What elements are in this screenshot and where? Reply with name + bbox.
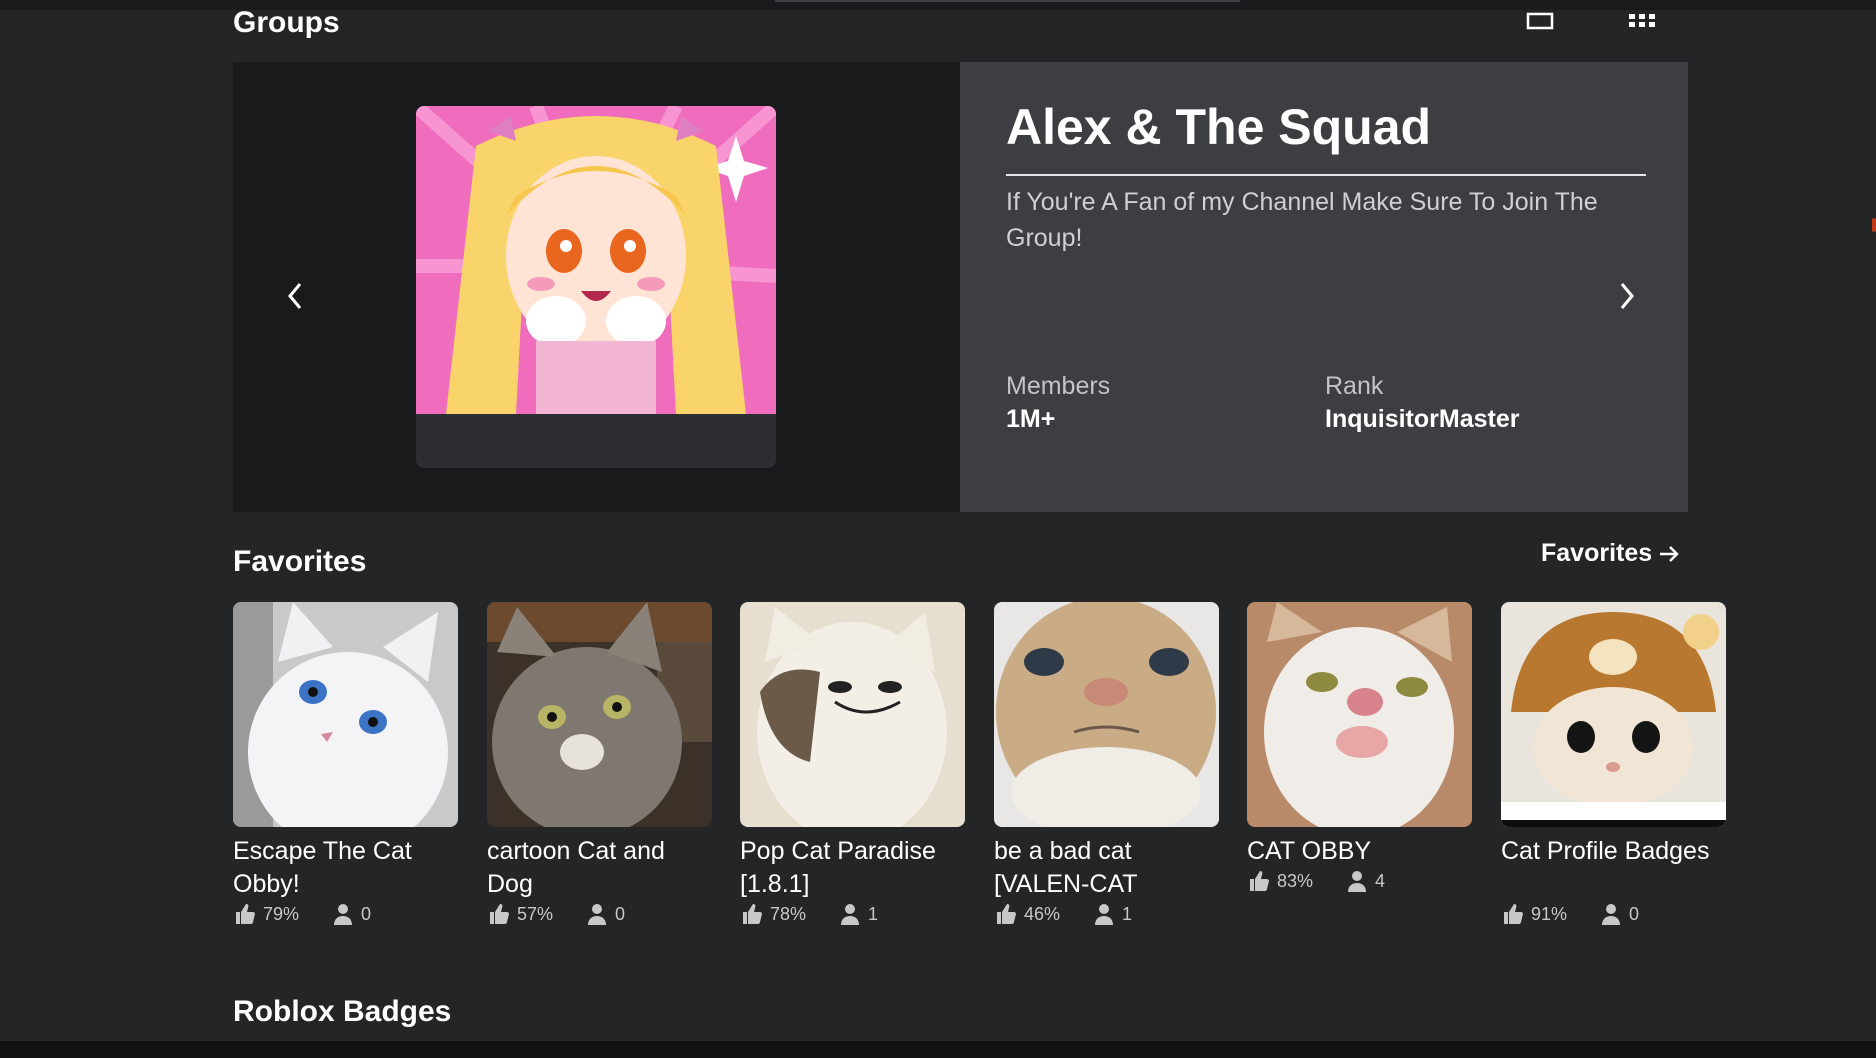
game-thumbnail[interactable] xyxy=(994,602,1219,827)
group-info-panel[interactable]: Alex & The Squad If You're A Fan of my C… xyxy=(960,62,1688,512)
thumbs-up-icon xyxy=(997,904,1016,924)
game-title[interactable]: be a bad cat [VALEN-CAT xyxy=(994,835,1219,901)
members-label: Members xyxy=(1006,372,1111,400)
player-count-icon xyxy=(1602,904,1621,925)
game-card[interactable]: Escape The Cat Obby! 79% 0 xyxy=(233,602,458,927)
game-title[interactable]: Escape The Cat Obby! xyxy=(233,835,458,901)
favorites-section-title: Favorites xyxy=(233,545,367,578)
game-rating: 91% xyxy=(1531,903,1568,924)
arrow-right-icon xyxy=(1660,545,1679,562)
game-player-count: 1 xyxy=(868,903,879,924)
game-stats: 57% 0 xyxy=(487,901,712,927)
game-title[interactable]: cartoon Cat and Dog xyxy=(487,835,712,901)
game-player-count: 4 xyxy=(1375,870,1386,891)
bottom-bar xyxy=(0,1041,1876,1058)
game-stats: 78% 1 xyxy=(740,901,965,927)
game-thumbnail[interactable] xyxy=(233,602,458,827)
group-carousel: Alex & The Squad If You're A Fan of my C… xyxy=(233,62,1688,512)
chevron-right-icon xyxy=(1620,283,1634,309)
carousel-next-button[interactable] xyxy=(1609,270,1645,322)
thumbs-up-icon xyxy=(1250,871,1269,891)
game-player-count: 0 xyxy=(615,903,626,924)
group-thumbnail-panel xyxy=(233,62,960,512)
game-rating: 78% xyxy=(770,903,807,924)
group-name-divider xyxy=(1006,174,1646,176)
game-card[interactable]: Cat Profile Badges 91% 0 xyxy=(1501,602,1726,927)
player-count-icon xyxy=(334,904,353,925)
thumbs-up-icon xyxy=(743,904,762,924)
groups-section-title: Groups xyxy=(233,6,340,39)
game-thumbnail[interactable] xyxy=(740,602,965,827)
game-thumbnail[interactable] xyxy=(1501,602,1726,827)
game-stats: 46% 1 xyxy=(994,901,1219,927)
game-thumbnail[interactable] xyxy=(487,602,712,827)
chevron-left-icon xyxy=(288,283,302,309)
group-emblem-image[interactable] xyxy=(416,106,776,414)
thumbs-up-icon xyxy=(236,904,255,924)
player-count-icon xyxy=(1095,904,1114,925)
game-rating: 79% xyxy=(263,903,300,924)
game-stats: 83% 4 xyxy=(1247,868,1472,894)
player-count-icon xyxy=(841,904,860,925)
game-title[interactable]: CAT OBBY xyxy=(1247,835,1472,868)
rank-value: InquisitorMaster xyxy=(1325,405,1520,433)
game-rating: 46% xyxy=(1024,903,1061,924)
player-count-icon xyxy=(588,904,607,925)
game-stats: 91% 0 xyxy=(1501,901,1726,927)
game-thumbnail[interactable] xyxy=(1247,602,1472,827)
game-card[interactable]: be a bad cat [VALEN-CAT 46% 1 xyxy=(994,602,1219,927)
game-player-count: 0 xyxy=(1629,903,1640,924)
group-description: If You're A Fan of my Channel Make Sure … xyxy=(1006,188,1598,252)
game-card[interactable]: Pop Cat Paradise [1.8.1] 78% 1 xyxy=(740,602,965,927)
top-bar-highlight xyxy=(775,0,1240,2)
thumbs-up-icon xyxy=(490,904,509,924)
favorites-see-all-link[interactable]: Favorites xyxy=(1541,539,1680,568)
members-value: 1M+ xyxy=(1006,405,1056,433)
group-thumbnail-card[interactable] xyxy=(416,106,776,468)
carousel-prev-button[interactable] xyxy=(277,270,313,322)
player-count-icon xyxy=(1348,871,1367,892)
game-player-count: 1 xyxy=(1122,903,1133,924)
game-card[interactable]: CAT OBBY 83% 4 xyxy=(1247,602,1472,894)
badges-section-title: Roblox Badges xyxy=(233,995,452,1028)
grid-view-icon[interactable] xyxy=(1628,12,1656,35)
game-card[interactable]: cartoon Cat and Dog 57% 0 xyxy=(487,602,712,927)
game-player-count: 0 xyxy=(361,903,372,924)
rank-label: Rank xyxy=(1325,372,1384,400)
edge-indicator xyxy=(1872,218,1876,232)
game-rating: 57% xyxy=(517,903,554,924)
game-title[interactable]: Cat Profile Badges xyxy=(1501,835,1726,901)
game-title[interactable]: Pop Cat Paradise [1.8.1] xyxy=(740,835,965,901)
thumbs-up-icon xyxy=(1504,904,1523,924)
favorites-see-all-label: Favorites xyxy=(1541,539,1653,567)
single-view-icon[interactable] xyxy=(1526,12,1554,35)
game-rating: 83% xyxy=(1277,870,1314,891)
group-name[interactable]: Alex & The Squad xyxy=(1006,98,1431,156)
game-stats: 79% 0 xyxy=(233,901,458,927)
